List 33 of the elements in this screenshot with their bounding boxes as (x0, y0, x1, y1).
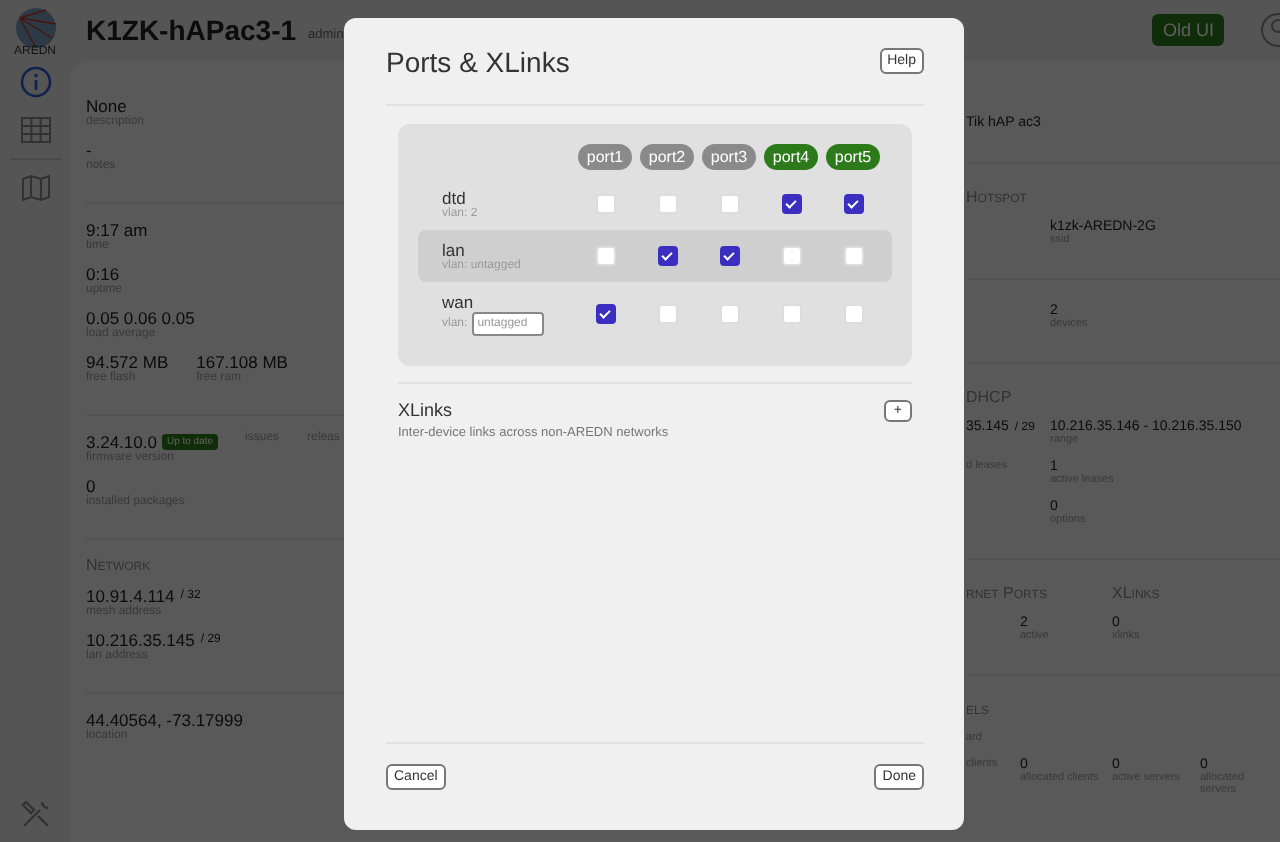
checkbox[interactable] (719, 246, 739, 266)
field-value: 167.108 MB (196, 352, 288, 372)
field-value: 3.24.10.0 (86, 432, 157, 452)
checkbox[interactable] (843, 194, 863, 214)
port-pill: port1 (578, 144, 632, 170)
node-title: K1ZK-hAPac3-1 (86, 14, 297, 46)
network-name: lan (442, 240, 465, 260)
checkbox[interactable] (781, 194, 801, 214)
port-pill: port5 (826, 144, 880, 170)
port-pill: port2 (640, 144, 694, 170)
table-icon[interactable] (19, 116, 51, 144)
checkbox[interactable] (657, 246, 677, 266)
field-value: 0:16 (86, 264, 120, 284)
dialog-title: Ports & XLinks (386, 45, 570, 77)
port-pill: port4 (764, 144, 818, 170)
field-value: 10.216.35.145 (86, 630, 195, 650)
logo-icon (11, 6, 59, 50)
field-value: - (86, 140, 92, 160)
field-value: 44.40564, -73.17999 (86, 710, 243, 730)
map-icon[interactable] (19, 172, 51, 204)
xlinks-title: XLinks (398, 400, 455, 420)
field-value: None (86, 96, 127, 116)
checkbox[interactable] (595, 304, 615, 324)
field-value: 0 (86, 476, 96, 496)
network-name: dtd (442, 188, 466, 208)
field-value: 94.572 MB (86, 352, 169, 372)
tools-icon[interactable] (19, 798, 51, 830)
port-pill: port3 (702, 144, 756, 170)
field-value: 9:17 am (86, 220, 148, 240)
info-icon[interactable] (19, 66, 51, 98)
field-value: 10.91.4.114 (86, 586, 175, 606)
field-value: 0.05 0.06 0.05 (86, 308, 195, 328)
network-name: wan (442, 292, 476, 312)
